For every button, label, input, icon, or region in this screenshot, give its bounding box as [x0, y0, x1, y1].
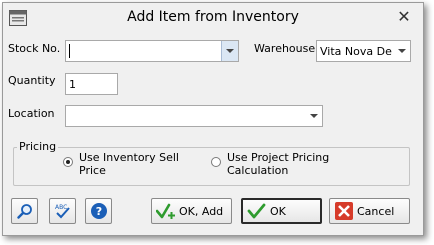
ok-button[interactable]: OK — [241, 198, 322, 224]
ok-add-label: OK, Add — [179, 204, 224, 218]
inventory-sell-price-label[interactable]: Use Inventory Sell Price — [79, 151, 179, 177]
quantity-input[interactable] — [66, 74, 117, 94]
location-select[interactable] — [65, 105, 323, 127]
title-bar: Add Item from Inventory ✕ — [3, 3, 423, 33]
warehouse-value: Vita Nova De — [320, 45, 392, 58]
add-item-dialog: Add Item from Inventory ✕ Stock No. Ware… — [2, 2, 424, 236]
warehouse-label: Warehouse — [254, 42, 316, 55]
close-icon[interactable]: ✕ — [395, 7, 413, 27]
help-button[interactable]: ? — [85, 198, 112, 224]
pricing-group — [13, 147, 410, 186]
location-label: Location — [8, 107, 55, 120]
spell-check-button[interactable]: ABC — [49, 198, 76, 224]
green-check-icon — [247, 203, 266, 219]
green-check-plus-icon — [156, 203, 175, 219]
ok-label: OK — [270, 204, 286, 218]
project-pricing-radio[interactable] — [211, 157, 221, 167]
inventory-sell-price-radio[interactable] — [63, 157, 73, 167]
warehouse-select[interactable]: Vita Nova De — [316, 40, 411, 62]
stock-no-input[interactable] — [66, 41, 238, 61]
ok-add-button[interactable]: OK, Add — [151, 198, 232, 224]
pricing-group-label: Pricing — [17, 140, 59, 153]
red-x-icon — [335, 202, 353, 220]
chevron-down-icon[interactable] — [394, 41, 410, 61]
magnifier-icon — [16, 204, 32, 219]
dialog-title: Add Item from Inventory — [127, 9, 299, 25]
svg-text:?: ? — [95, 205, 101, 218]
quantity-label: Quantity — [8, 74, 56, 87]
cancel-button[interactable]: Cancel — [329, 198, 410, 224]
stock-no-combobox[interactable] — [65, 40, 239, 62]
svg-text:ABC: ABC — [55, 204, 67, 211]
chevron-down-icon[interactable] — [306, 106, 322, 126]
search-button[interactable] — [11, 198, 38, 224]
cancel-label: Cancel — [357, 204, 395, 218]
text-cursor — [69, 44, 70, 58]
quantity-field[interactable] — [65, 73, 118, 95]
chevron-down-icon[interactable] — [221, 41, 238, 61]
project-pricing-label[interactable]: Use Project Pricing Calculation — [227, 151, 329, 177]
spell-check-icon: ABC — [55, 204, 70, 219]
stock-no-label: Stock No. — [8, 42, 61, 55]
help-icon: ? — [90, 203, 107, 219]
